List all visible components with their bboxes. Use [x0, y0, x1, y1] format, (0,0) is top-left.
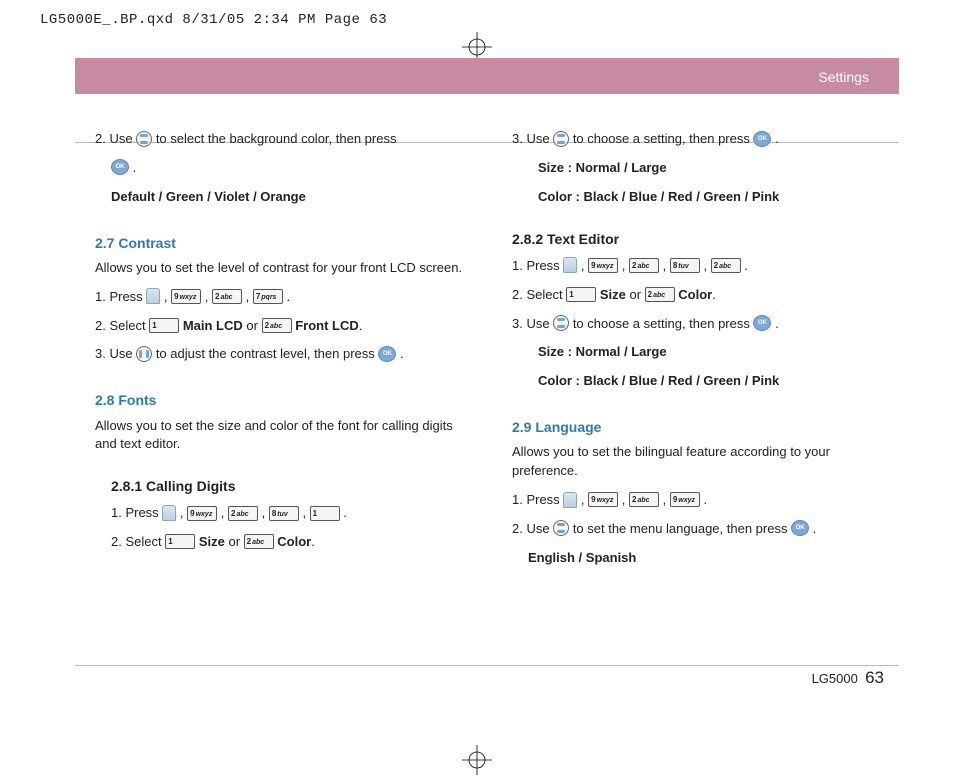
key-1: 1	[566, 287, 596, 302]
nav-icon	[136, 131, 152, 147]
ok-icon	[753, 315, 771, 331]
menu-icon	[563, 492, 577, 508]
key-9: 9wxyz	[171, 289, 201, 304]
nav-icon	[553, 315, 569, 331]
te-heading: 2.8.2 Text Editor	[512, 229, 884, 249]
menu-icon	[162, 505, 176, 521]
body: 2. Use to select the background color, t…	[95, 130, 884, 661]
header-title: Settings	[818, 67, 869, 87]
lang-desc: Allows you to set the bilingual feature …	[512, 443, 884, 481]
key-2: 2abc	[228, 506, 258, 521]
bgcolor-options: Default / Green / Violet / Orange	[95, 188, 467, 207]
lang-step2: 2. Use to set the menu language, then pr…	[512, 520, 884, 539]
fonts-heading: 2.8 Fonts	[95, 390, 467, 410]
nav-icon	[553, 520, 569, 536]
lang-step1: 1. Press , 9wxyz , 2abc , 9wxyz .	[512, 491, 884, 510]
cd-step2: 2. Select 1 Size or 2abc Color.	[95, 533, 467, 552]
key-1: 1	[149, 318, 179, 333]
footer: LG5000 63	[812, 666, 884, 691]
step-bgcolor-end: .	[95, 159, 467, 178]
key-7: 7pqrs	[253, 289, 283, 304]
contrast-step1: 1. Press , 9wxyz , 2abc , 7pqrs .	[95, 288, 467, 307]
menu-icon	[563, 257, 577, 273]
key-9: 9wxyz	[588, 258, 618, 273]
key-9: 9wxyz	[187, 506, 217, 521]
page: LG5000E_.BP.qxd 8/31/05 2:34 PM Page 63 …	[0, 0, 954, 781]
ok-icon	[378, 346, 396, 362]
menu-icon	[146, 288, 160, 304]
key-1: 1	[310, 506, 340, 521]
key-2: 2abc	[629, 258, 659, 273]
nav-lr-icon	[136, 346, 152, 362]
te-step1: 1. Press , 9wxyz , 2abc , 8tuv , 2abc .	[512, 257, 884, 276]
key-2: 2abc	[244, 534, 274, 549]
te-step2: 2. Select 1 Size or 2abc Color.	[512, 286, 884, 305]
key-8: 8tuv	[670, 258, 700, 273]
te-color-line: Color : Black / Blue / Red / Green / Pin…	[512, 372, 884, 391]
cd-color-line: Color : Black / Blue / Red / Green / Pin…	[512, 188, 884, 207]
cd-heading: 2.8.1 Calling Digits	[95, 476, 467, 496]
contrast-heading: 2.7 Contrast	[95, 233, 467, 253]
left-column: 2. Use to select the background color, t…	[95, 130, 467, 578]
ok-icon	[111, 159, 129, 175]
nav-icon	[553, 131, 569, 147]
cd-step1: 1. Press , 9wxyz , 2abc , 8tuv , 1 .	[95, 504, 467, 523]
key-1: 1	[165, 534, 195, 549]
key-9: 9wxyz	[670, 492, 700, 507]
right-column: 3. Use to choose a setting, then press .…	[512, 130, 884, 578]
te-step3: 3. Use to choose a setting, then press .	[512, 315, 884, 334]
ok-icon	[791, 520, 809, 536]
key-2: 2abc	[212, 289, 242, 304]
two-columns: 2. Use to select the background color, t…	[95, 130, 884, 578]
proof-mark: LG5000E_.BP.qxd 8/31/05 2:34 PM Page 63	[40, 10, 387, 30]
contrast-desc: Allows you to set the level of contrast …	[95, 259, 467, 278]
lang-options: English / Spanish	[512, 549, 884, 568]
step-bgcolor: 2. Use to select the background color, t…	[95, 130, 467, 149]
key-2: 2abc	[262, 318, 292, 333]
cd-size-line: Size : Normal / Large	[512, 159, 884, 178]
cd-step3: 3. Use to choose a setting, then press .	[512, 130, 884, 149]
fonts-desc: Allows you to set the size and color of …	[95, 417, 467, 455]
lang-heading: 2.9 Language	[512, 417, 884, 437]
contrast-step3: 3. Use to adjust the contrast level, the…	[95, 345, 467, 364]
te-size-line: Size : Normal / Large	[512, 343, 884, 362]
key-9: 9wxyz	[588, 492, 618, 507]
key-2: 2abc	[629, 492, 659, 507]
key-8: 8tuv	[269, 506, 299, 521]
ok-icon	[753, 131, 771, 147]
key-2: 2abc	[711, 258, 741, 273]
contrast-step2: 2. Select 1 Main LCD or 2abc Front LCD.	[95, 317, 467, 336]
key-2: 2abc	[645, 287, 675, 302]
bottom-rule	[75, 665, 899, 666]
footer-model: LG5000	[812, 671, 858, 686]
header-bar: Settings	[75, 58, 899, 94]
crop-mark-bottom	[462, 745, 492, 775]
footer-page: 63	[865, 668, 884, 687]
